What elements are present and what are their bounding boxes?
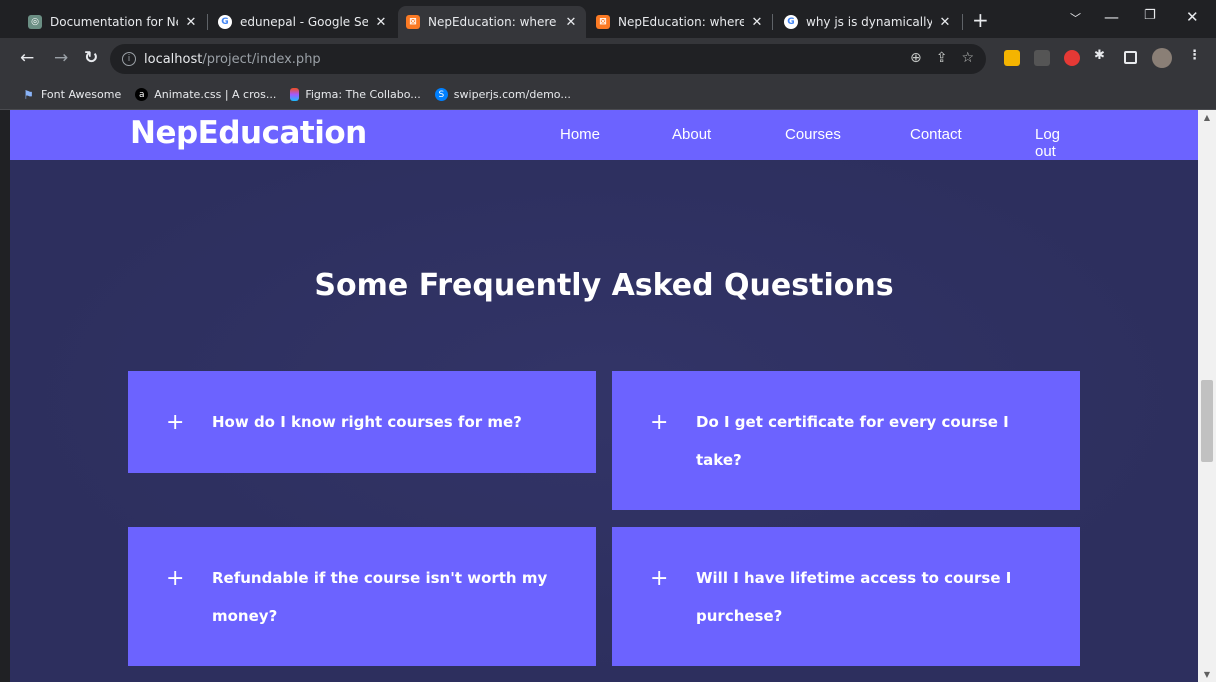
restore-icon[interactable]: ❐: [1144, 8, 1156, 23]
tab-separator: [772, 14, 773, 30]
google-icon: G: [218, 15, 232, 29]
bookmarks-bar: ⚑ Font Awesome a Animate.css | A cros...…: [0, 80, 1216, 110]
page-viewport: NepEducation Home About Courses Contact …: [10, 110, 1198, 682]
plus-icon[interactable]: +: [166, 568, 184, 590]
bookmark-label: Figma: The Collabo...: [305, 88, 421, 101]
browser-tab[interactable]: ⊠ NepEducation: where ✕: [588, 6, 772, 38]
nav-logout-link[interactable]: Log out: [1035, 126, 1060, 160]
faq-question: Do I get certificate for every course I: [696, 413, 1009, 431]
faq-question-continued: take?: [696, 451, 742, 469]
plus-icon[interactable]: +: [650, 412, 668, 434]
back-icon[interactable]: ←: [20, 48, 34, 68]
extension-pdf-icon[interactable]: [1034, 50, 1050, 66]
xampp-icon: ⊠: [406, 15, 420, 29]
page-scrollbar[interactable]: ▲ ▼: [1198, 110, 1216, 682]
close-icon[interactable]: ✕: [564, 15, 578, 30]
close-icon[interactable]: ✕: [184, 15, 198, 30]
bookmark-item[interactable]: ⚑ Font Awesome: [22, 87, 122, 102]
faq-item[interactable]: + Do I get certificate for every course …: [612, 371, 1080, 510]
browser-tab[interactable]: ◎ Documentation for NepE ✕: [20, 6, 206, 38]
tab-title: NepEducation: where: [618, 15, 744, 29]
profile-avatar[interactable]: [1152, 48, 1172, 68]
nav-contact-link[interactable]: Contact: [910, 126, 962, 143]
bookmark-label: Animate.css | A cros...: [154, 88, 277, 101]
tab-title: edunepal - Google Search: [240, 15, 368, 29]
browser-tab[interactable]: G edunepal - Google Search ✕: [210, 6, 396, 38]
nav-home-link[interactable]: Home: [560, 126, 600, 143]
swiper-icon: S: [434, 88, 448, 101]
minimize-icon[interactable]: —: [1104, 8, 1119, 26]
close-icon[interactable]: ✕: [374, 15, 388, 30]
faq-question-continued: money?: [212, 607, 278, 625]
figma-icon: [290, 88, 300, 101]
address-bar[interactable]: i localhost/project/index.php ⊕ ⇪ ☆: [110, 44, 986, 74]
tab-search-icon[interactable]: ﹀: [1070, 10, 1081, 26]
new-tab-button[interactable]: +: [972, 10, 989, 30]
browser-tab-strip: ◎ Documentation for NepE ✕ G edunepal - …: [0, 0, 1216, 38]
plus-icon[interactable]: +: [166, 412, 184, 434]
tab-title: NepEducation: where lear: [428, 15, 558, 29]
side-panel-icon[interactable]: [1124, 51, 1137, 64]
scroll-up-icon[interactable]: ▲: [1198, 113, 1216, 122]
google-icon: G: [784, 15, 798, 29]
extension-keep-icon[interactable]: [1004, 50, 1020, 66]
close-icon[interactable]: ✕: [938, 15, 952, 30]
faq-item[interactable]: + Will I have lifetime access to course …: [612, 527, 1080, 666]
nav-about-link[interactable]: About: [672, 126, 711, 143]
scrollbar-thumb[interactable]: [1201, 380, 1213, 462]
faq-item[interactable]: + Refundable if the course isn't worth m…: [128, 527, 596, 666]
plus-icon[interactable]: +: [650, 568, 668, 590]
url-path: /project/index.php: [202, 51, 321, 67]
close-icon[interactable]: ✕: [750, 15, 764, 30]
tab-separator: [207, 14, 208, 30]
browser-toolbar: ← → ↻ i localhost/project/index.php ⊕ ⇪ …: [0, 38, 1216, 80]
browser-tab[interactable]: G why js is dynamically type ✕: [776, 6, 960, 38]
bookmark-star-icon[interactable]: ☆: [961, 50, 974, 66]
faq-question: Will I have lifetime access to course I: [696, 569, 1012, 587]
faq-question: Refundable if the course isn't worth my: [212, 569, 548, 587]
bookmark-label: swiperjs.com/demo...: [453, 88, 571, 101]
tab-separator: [962, 14, 963, 30]
nav-courses-link[interactable]: Courses: [785, 126, 841, 143]
chatgpt-icon: ◎: [28, 15, 42, 29]
bookmark-item[interactable]: a Animate.css | A cros...: [135, 88, 276, 101]
scroll-down-icon[interactable]: ▼: [1198, 670, 1216, 679]
tab-title: Documentation for NepE: [50, 15, 178, 29]
animate-icon: a: [135, 88, 149, 101]
tab-title: why js is dynamically type: [806, 15, 932, 29]
brand-logo[interactable]: NepEducation: [130, 115, 367, 151]
faq-item[interactable]: + How do I know right courses for me?: [128, 371, 596, 473]
forward-icon[interactable]: →: [54, 48, 68, 68]
window-close-icon[interactable]: ✕: [1186, 8, 1199, 26]
extension-adblock-icon[interactable]: [1064, 50, 1080, 66]
browser-tab-active[interactable]: ⊠ NepEducation: where lear ✕: [398, 6, 586, 38]
bookmark-item[interactable]: Figma: The Collabo...: [290, 88, 421, 101]
faq-question: How do I know right courses for me?: [212, 413, 522, 431]
reload-icon[interactable]: ↻: [84, 48, 98, 68]
faq-heading: Some Frequently Asked Questions: [314, 268, 894, 303]
site-navbar: NepEducation Home About Courses Contact …: [10, 110, 1198, 160]
site-info-icon[interactable]: i: [122, 52, 136, 66]
zoom-icon[interactable]: ⊕: [910, 50, 922, 66]
menu-kebab-icon[interactable]: ⋮: [1188, 48, 1201, 63]
url-host: localhost: [144, 51, 203, 67]
extensions-puzzle-icon[interactable]: ✱: [1094, 48, 1105, 63]
bookmark-item[interactable]: S swiperjs.com/demo...: [434, 88, 571, 101]
flag-icon: ⚑: [23, 87, 34, 102]
faq-question-continued: purchese?: [696, 607, 783, 625]
share-icon[interactable]: ⇪: [936, 50, 948, 66]
bookmark-label: Font Awesome: [41, 88, 122, 101]
xampp-icon: ⊠: [596, 15, 610, 29]
